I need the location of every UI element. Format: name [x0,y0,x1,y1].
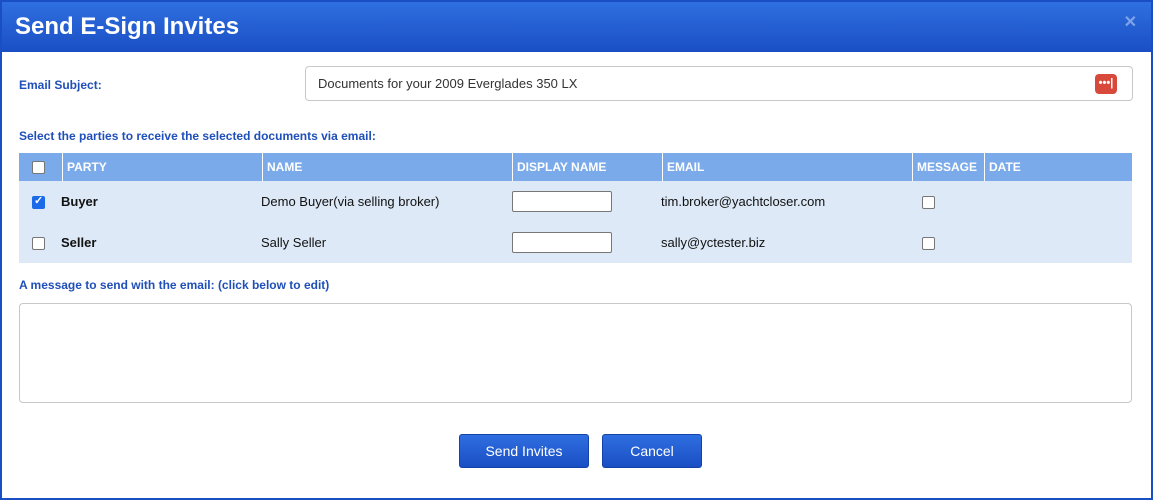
message-textarea[interactable] [19,303,1132,403]
parties-table: PARTY NAME DISPLAY NAME EMAIL MESSAGE DA… [19,153,1132,263]
column-header-name: NAME [262,153,512,181]
send-invites-button[interactable]: Send Invites [459,434,589,468]
email-subject-input[interactable]: Documents for your 2009 Everglades 350 L… [305,66,1133,101]
column-header-display-name: DISPLAY NAME [512,153,662,181]
display-name-input[interactable] [512,191,612,212]
column-header-date: DATE [984,153,1132,181]
select-all-checkbox[interactable] [32,161,45,174]
email-cell: sally@yctester.biz [661,235,766,250]
cancel-button[interactable]: Cancel [602,434,702,468]
dialog-titlebar: Send E-Sign Invites ✕ [2,2,1151,52]
party-cell: Seller [61,235,97,250]
dialog-title: Send E-Sign Invites [15,13,240,40]
message-label: A message to send with the email: (click… [19,278,330,292]
name-cell: Sally Seller [261,235,327,250]
password-manager-icon[interactable]: •••| [1095,74,1117,94]
party-cell: Buyer [61,194,98,209]
parties-label: Select the parties to receive the select… [19,129,376,143]
close-icon[interactable]: ✕ [1124,12,1137,32]
party-select-checkbox[interactable] [32,194,45,209]
message-checkbox[interactable] [922,196,935,209]
column-header-message: MESSAGE [912,153,984,181]
party-select-checkbox[interactable] [32,237,45,250]
email-subject-value: Documents for your 2009 Everglades 350 L… [318,76,578,91]
table-row: Seller Sally Seller sally@yctester.biz [19,222,1132,263]
email-subject-label: Email Subject: [19,78,102,92]
email-cell: tim.broker@yachtcloser.com [661,194,826,209]
name-cell: Demo Buyer(via selling broker) [261,194,440,209]
display-name-input[interactable] [512,232,612,253]
send-esign-dialog: Send E-Sign Invites ✕ Email Subject: Doc… [0,0,1153,500]
table-row: Buyer Demo Buyer(via selling broker) tim… [19,181,1132,222]
table-header: PARTY NAME DISPLAY NAME EMAIL MESSAGE DA… [19,153,1132,181]
column-header-email: EMAIL [662,153,912,181]
message-checkbox[interactable] [922,237,935,250]
column-header-party: PARTY [62,153,262,181]
